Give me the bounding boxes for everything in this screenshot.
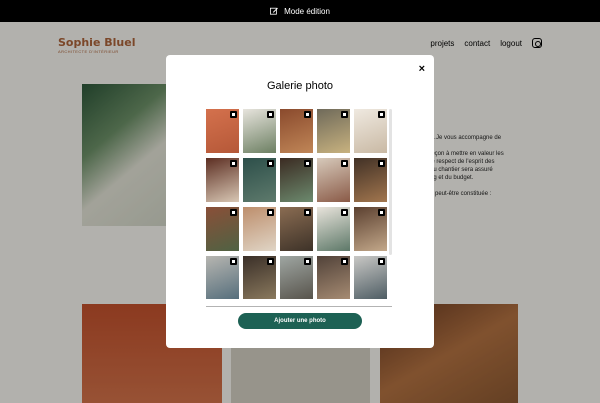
trash-icon[interactable] [378,258,385,265]
trash-icon[interactable] [267,258,274,265]
trash-icon[interactable] [341,160,348,167]
trash-icon[interactable] [341,209,348,216]
trash-icon[interactable] [230,160,237,167]
gallery-thumbnail[interactable] [206,256,239,299]
modal-title: Galerie photo [266,80,334,92]
gallery-thumbnail[interactable] [280,256,313,299]
gallery-thumbnail[interactable] [243,158,276,202]
gallery-thumbnail[interactable] [354,207,387,251]
gallery-thumbnail[interactable] [243,256,276,299]
gallery-thumbnail[interactable] [354,109,387,153]
trash-icon[interactable] [304,160,311,167]
gallery-thumbnail[interactable] [317,158,350,202]
gallery-thumbnail[interactable] [317,207,350,251]
trash-icon[interactable] [378,209,385,216]
grid-scrollbar[interactable] [389,109,392,255]
gallery-thumbnail[interactable] [280,109,313,153]
trash-icon[interactable] [304,111,311,118]
photo-gallery-modal: × Galerie photo Ajouter une photo [166,55,434,348]
gallery-thumbnail[interactable] [206,158,239,202]
modal-divider [206,306,392,307]
trash-icon[interactable] [341,258,348,265]
trash-icon[interactable] [230,111,237,118]
edit-mode-bar[interactable]: Mode édition [0,0,600,22]
add-photo-button[interactable]: Ajouter une photo [238,313,362,329]
gallery-thumbnail[interactable] [243,207,276,251]
trash-icon[interactable] [304,209,311,216]
gallery-thumbnail[interactable] [206,109,239,153]
photo-grid [206,109,392,299]
trash-icon[interactable] [378,160,385,167]
trash-icon[interactable] [304,258,311,265]
trash-icon[interactable] [230,209,237,216]
edit-mode-label: Mode édition [284,6,330,16]
trash-icon[interactable] [267,209,274,216]
gallery-thumbnail[interactable] [317,256,350,299]
gallery-thumbnail[interactable] [280,158,313,202]
close-icon[interactable]: × [419,63,425,75]
gallery-thumbnail[interactable] [280,207,313,251]
gallery-thumbnail[interactable] [317,109,350,153]
gallery-thumbnail[interactable] [354,158,387,202]
gallery-thumbnail[interactable] [243,109,276,153]
trash-icon[interactable] [341,111,348,118]
trash-icon[interactable] [230,258,237,265]
gallery-thumbnail[interactable] [354,256,387,299]
edit-icon [270,7,278,15]
trash-icon[interactable] [378,111,385,118]
gallery-thumbnail[interactable] [206,207,239,251]
trash-icon[interactable] [267,160,274,167]
trash-icon[interactable] [267,111,274,118]
